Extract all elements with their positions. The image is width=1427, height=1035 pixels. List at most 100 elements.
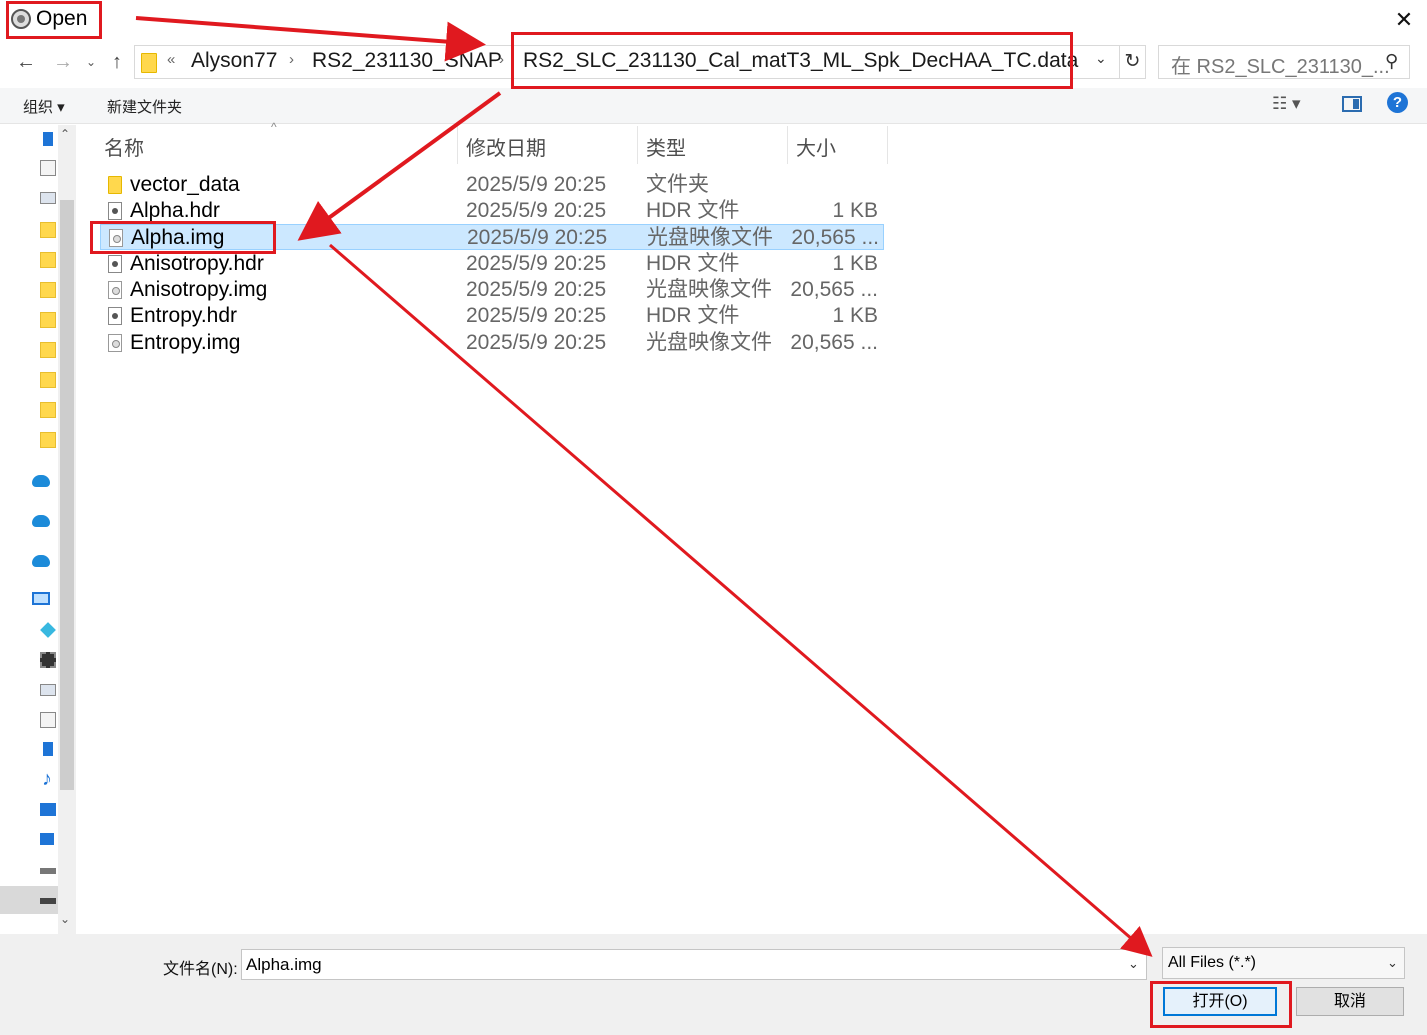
folder-icon[interactable] [40, 342, 56, 358]
folder-icon[interactable] [40, 402, 56, 418]
file-type: HDR 文件 [646, 252, 740, 275]
address-bar[interactable]: « Alyson77 › RS2_231130_SNAP › RS2_SLC_2… [134, 45, 1120, 79]
file-type: HDR 文件 [646, 199, 740, 222]
hdr-file-icon [108, 307, 122, 325]
folder-icon[interactable] [40, 222, 56, 238]
file-row[interactable]: Alpha.img 2025/5/9 20:25 光盘映像文件 20,565 ... [100, 224, 884, 250]
column-header-date[interactable]: 修改日期 [466, 132, 546, 161]
window-title: Open [36, 7, 88, 30]
breadcrumb-overflow[interactable]: « [167, 51, 175, 68]
filename-input[interactable]: Alpha.img ⌄ [241, 949, 1147, 980]
file-date: 2025/5/9 20:25 [466, 304, 607, 327]
desktop-icon[interactable] [40, 803, 56, 816]
file-row[interactable]: Entropy.img 2025/5/9 20:25 光盘映像文件 20,565 ..… [100, 330, 884, 356]
filename-value[interactable]: Alpha.img [246, 955, 322, 975]
file-type: 文件夹 [646, 173, 709, 196]
preview-pane-icon[interactable] [1342, 96, 1362, 112]
column-divider[interactable] [887, 126, 888, 164]
app-icon [11, 9, 31, 29]
recent-locations-button[interactable]: ⌄ [82, 47, 100, 77]
folder-file-icon [108, 176, 122, 194]
file-type-select[interactable]: All Files (*.*) ⌄ [1162, 947, 1405, 979]
breadcrumb-snap[interactable]: RS2_231130_SNAP [312, 49, 502, 73]
back-button[interactable]: ← [12, 47, 40, 77]
annotation-arrows [135, 16, 1153, 957]
file-name: vector_data [130, 173, 240, 196]
refresh-button[interactable]: ↻ [1120, 45, 1146, 79]
file-size: 1 KB [832, 199, 878, 222]
column-header-type[interactable]: 类型 [646, 132, 686, 161]
search-icon[interactable]: ⚲ [1385, 51, 1398, 72]
forward-button[interactable]: → [50, 47, 76, 77]
folder-icon[interactable] [40, 432, 56, 448]
pictures-icon[interactable] [40, 684, 56, 696]
hdr-file-icon [108, 255, 122, 273]
nav-scrollbar-thumb[interactable] [60, 200, 74, 790]
close-button[interactable]: ✕ [1386, 4, 1422, 36]
document-icon[interactable] [40, 160, 56, 176]
downloads-icon[interactable] [43, 132, 53, 146]
view-mode-button[interactable]: ☷ ▾ [1272, 94, 1301, 114]
folder-icon[interactable] [40, 372, 56, 388]
breadcrumb-separator[interactable]: › [289, 51, 294, 68]
cancel-button[interactable]: 取消 [1296, 987, 1404, 1016]
folder-icon[interactable] [40, 282, 56, 298]
column-header-name[interactable]: 名称 [104, 132, 144, 161]
documents-icon[interactable] [40, 712, 56, 728]
file-size: 1 KB [832, 252, 878, 275]
windows-drive-icon[interactable] [40, 833, 54, 845]
breadcrumb-current-folder[interactable]: RS2_SLC_231130_Cal_matT3_ML_Spk_DecHAA_T… [523, 49, 1078, 73]
onedrive-icon[interactable] [32, 515, 50, 527]
file-size: 20,565 ... [790, 278, 878, 301]
pictures-icon[interactable] [40, 192, 56, 204]
new-folder-button[interactable]: 新建文件夹 [107, 96, 182, 117]
file-name: Alpha.img [131, 226, 225, 249]
chevron-down-icon[interactable]: ⌄ [1128, 956, 1139, 972]
img-file-icon [108, 281, 122, 299]
file-row[interactable]: Anisotropy.hdr 2025/5/9 20:25 HDR 文件 1 KB [100, 251, 884, 277]
breadcrumb-alyson77[interactable]: Alyson77 [191, 49, 277, 73]
file-type-value[interactable]: All Files (*.*) [1168, 954, 1256, 972]
file-row[interactable]: Alpha.hdr 2025/5/9 20:25 HDR 文件 1 KB [100, 198, 884, 224]
up-button[interactable]: ↑ [104, 47, 130, 77]
file-date: 2025/5/9 20:25 [467, 226, 608, 249]
folder-icon[interactable] [40, 312, 56, 328]
column-header-size[interactable]: 大小 [796, 132, 836, 161]
column-divider[interactable] [637, 126, 638, 164]
music-icon[interactable]: ♪ [42, 768, 52, 791]
file-type: 光盘映像文件 [646, 331, 772, 354]
file-row[interactable]: vector_data 2025/5/9 20:25 文件夹 [100, 172, 884, 198]
file-name: Anisotropy.img [130, 278, 268, 301]
drive-icon[interactable] [40, 868, 56, 874]
search-input[interactable]: 在 RS2_SLC_231130_... ⚲ [1158, 45, 1410, 79]
img-file-icon [109, 229, 123, 247]
organize-button[interactable]: 组织 ▾ [23, 96, 65, 117]
open-button[interactable]: 打开(O) [1163, 987, 1277, 1016]
chevron-down-icon[interactable]: ⌄ [1387, 955, 1398, 971]
file-row[interactable]: Anisotropy.img 2025/5/9 20:25 光盘映像文件 20,565… [100, 277, 884, 303]
drive-icon[interactable] [40, 898, 56, 904]
address-dropdown-icon[interactable]: ⌄ [1095, 50, 1107, 67]
onedrive-icon[interactable] [32, 475, 50, 487]
file-size: 20,565 ... [791, 226, 879, 249]
folder-icon [141, 53, 157, 73]
file-date: 2025/5/9 20:25 [466, 199, 607, 222]
this-pc-icon[interactable] [32, 592, 50, 605]
file-name: Entropy.hdr [130, 304, 237, 327]
onedrive-icon[interactable] [32, 555, 50, 567]
column-divider[interactable] [787, 126, 788, 164]
file-row[interactable]: Entropy.hdr 2025/5/9 20:25 HDR 文件 1 KB [100, 303, 884, 329]
file-type: 光盘映像文件 [646, 278, 772, 301]
file-size: 1 KB [832, 304, 878, 327]
file-size: 20,565 ... [790, 331, 878, 354]
videos-icon[interactable] [40, 652, 56, 668]
folder-icon[interactable] [40, 252, 56, 268]
breadcrumb-separator[interactable]: › [499, 51, 504, 68]
scroll-up-icon[interactable]: ⌃ [60, 127, 70, 141]
title-bar: Open ✕ [0, 0, 1427, 40]
help-button[interactable]: ? [1387, 92, 1408, 113]
downloads-icon[interactable] [43, 742, 53, 756]
column-divider[interactable] [457, 126, 458, 164]
file-name: Anisotropy.hdr [130, 252, 264, 275]
scroll-down-icon[interactable]: ⌄ [60, 912, 70, 926]
